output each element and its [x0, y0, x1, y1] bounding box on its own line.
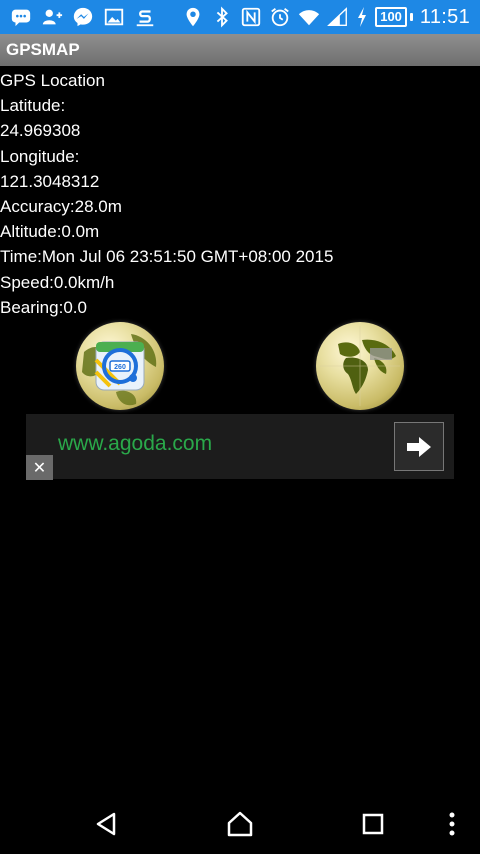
system-navigation-bar — [0, 794, 480, 854]
clock: 11:51 — [419, 5, 470, 28]
chat-icon — [10, 6, 32, 28]
back-triangle-icon — [96, 812, 116, 836]
more-vert-icon — [449, 812, 455, 836]
gps-info-panel: GPS Location Latitude: 24.969308 Longitu… — [0, 68, 480, 320]
charging-icon — [356, 6, 368, 28]
back-button[interactable] — [88, 806, 124, 842]
maps-globe-icon: 260 — [82, 334, 157, 406]
add-contact-icon — [41, 6, 63, 28]
battery-tip — [409, 13, 413, 21]
speed-text: Speed:0.0km/h — [0, 272, 115, 292]
altitude-text: Altitude:0.0m — [0, 222, 100, 242]
wifi-icon — [298, 6, 320, 28]
gps-heading: GPS Location — [0, 71, 105, 90]
bearing-text: Bearing:0.0 — [0, 297, 87, 317]
svg-text:260: 260 — [114, 364, 126, 371]
latitude-value: 24.969308 — [0, 121, 81, 141]
ad-banner[interactable]: www.agoda.com ✕ — [26, 414, 454, 480]
app-title: GPSMAP — [6, 40, 80, 59]
ad-close-button[interactable]: ✕ — [26, 455, 53, 480]
arrow-right-icon — [407, 436, 431, 457]
app-title-bar: GPSMAP — [0, 34, 480, 66]
accuracy-text: Accuracy:28.0m — [0, 197, 122, 217]
recent-apps-button[interactable] — [355, 806, 391, 842]
close-icon: ✕ — [32, 459, 47, 477]
home-button[interactable] — [222, 806, 258, 842]
messenger-icon — [72, 6, 94, 28]
overflow-menu-button[interactable] — [440, 806, 464, 842]
status-bar: 100 11:51 — [0, 0, 480, 34]
battery-level: 100 — [375, 7, 407, 27]
signal-icon — [327, 6, 349, 28]
home-icon — [227, 811, 253, 837]
system-icons: 100 11:51 — [182, 6, 480, 29]
alarm-icon — [269, 6, 291, 28]
maps-globe-button[interactable]: 260 — [76, 322, 164, 410]
world-globe-button[interactable] — [316, 322, 404, 410]
longitude-label: Longitude: — [0, 146, 80, 166]
bluetooth-icon — [211, 6, 233, 28]
longitude-value: 121.3048312 — [0, 171, 100, 191]
nfc-icon — [240, 6, 262, 28]
gallery-icon — [103, 6, 125, 28]
latitude-label: Latitude: — [0, 96, 66, 116]
battery-indicator: 100 — [375, 7, 413, 27]
location-pin-icon — [182, 6, 204, 28]
ad-link[interactable]: www.agoda.com — [58, 432, 212, 456]
s-app-icon — [134, 6, 156, 28]
time-text: Time:Mon Jul 06 23:51:50 GMT+08:00 2015 — [0, 247, 334, 267]
notification-icons — [0, 6, 156, 28]
recent-apps-icon — [362, 813, 384, 835]
ad-open-button[interactable] — [394, 422, 444, 471]
world-globe-icon — [320, 326, 400, 406]
